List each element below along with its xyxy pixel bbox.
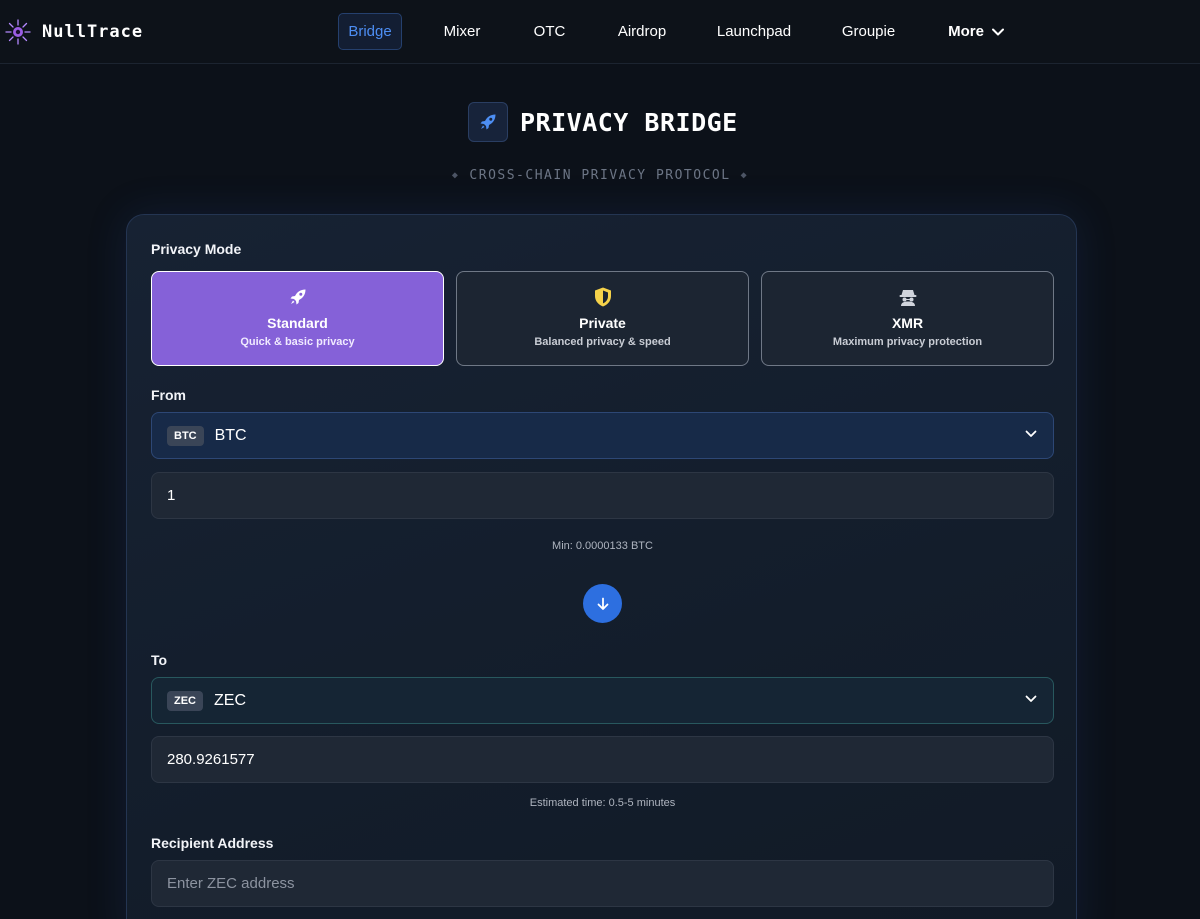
- mode-option-private[interactable]: Private Balanced privacy & speed: [456, 271, 749, 366]
- mode-option-xmr[interactable]: XMR Maximum privacy protection: [761, 271, 1054, 366]
- page-header: PRIVACY BRIDGE: [468, 102, 738, 142]
- diamond-icon: ◆: [451, 170, 460, 181]
- nav-item-airdrop[interactable]: Airdrop: [607, 13, 677, 50]
- to-label: To: [151, 652, 168, 668]
- from-label: From: [151, 387, 186, 403]
- mode-title: Private: [579, 315, 626, 331]
- mode-title: Standard: [267, 315, 328, 331]
- mode-desc: Balanced privacy & speed: [534, 336, 671, 348]
- coin-badge: BTC: [167, 425, 204, 446]
- estimated-time-text: Estimated time: 0.5-5 minutes: [529, 797, 676, 809]
- rocket-icon: [480, 114, 496, 130]
- recipient-label: Recipient Address: [151, 835, 274, 851]
- from-coin-select[interactable]: BTC BTC: [151, 412, 1054, 459]
- chevron-down-icon: [991, 28, 1004, 35]
- mode-desc: Quick & basic privacy: [240, 336, 355, 348]
- page-title: PRIVACY BRIDGE: [520, 107, 738, 137]
- chevron-down-icon: [1025, 430, 1037, 437]
- incognito-icon: [899, 290, 916, 306]
- mode-title: XMR: [891, 315, 924, 331]
- top-navbar: NullTrace Bridge Mixer OTC Airdrop Launc…: [0, 0, 1200, 64]
- to-amount-output[interactable]: 280.9261577: [151, 736, 1054, 783]
- min-amount-text: Min: 0.0000133 BTC: [552, 540, 653, 552]
- nav-item-mixer[interactable]: Mixer: [432, 13, 492, 50]
- mode-desc: Maximum privacy protection: [832, 336, 983, 348]
- arrow-down-icon: [597, 597, 608, 610]
- chevron-down-icon: [1025, 695, 1037, 702]
- nav-item-groupie[interactable]: Groupie: [831, 13, 906, 50]
- from-amount-input[interactable]: 1: [151, 472, 1054, 519]
- recipient-address-input[interactable]: Enter ZEC address: [151, 860, 1054, 907]
- title-icon-box: [468, 102, 508, 142]
- coin-badge: ZEC: [167, 690, 203, 711]
- bridge-card: Privacy Mode Standard Quick & basic priv…: [126, 214, 1077, 919]
- nav-more-label: More: [948, 23, 984, 40]
- nav-item-bridge[interactable]: Bridge: [338, 13, 402, 50]
- nav-item-otc[interactable]: OTC: [522, 13, 577, 50]
- nulltrace-logo-icon: [5, 19, 31, 45]
- coin-name: BTC: [214, 426, 247, 444]
- brand-name: NullTrace: [42, 22, 144, 42]
- nav-more-menu[interactable]: More: [936, 13, 1016, 50]
- mode-option-standard[interactable]: Standard Quick & basic privacy: [151, 271, 444, 366]
- nav-item-launchpad[interactable]: Launchpad: [707, 13, 801, 50]
- privacy-mode-label: Privacy Mode: [151, 241, 242, 257]
- page-subtitle: ◆ CROSS-CHAIN PRIVACY PROTOCOL ◆: [0, 168, 1200, 183]
- swap-direction-button[interactable]: [583, 584, 622, 623]
- to-coin-select[interactable]: ZEC ZEC: [151, 677, 1054, 724]
- coin-name: ZEC: [214, 691, 246, 709]
- diamond-icon: ◆: [740, 170, 749, 181]
- subtitle-text: CROSS-CHAIN PRIVACY PROTOCOL: [469, 168, 731, 183]
- brand[interactable]: NullTrace: [4, 18, 143, 46]
- rocket-icon: [290, 289, 305, 305]
- shield-icon: [594, 287, 611, 307]
